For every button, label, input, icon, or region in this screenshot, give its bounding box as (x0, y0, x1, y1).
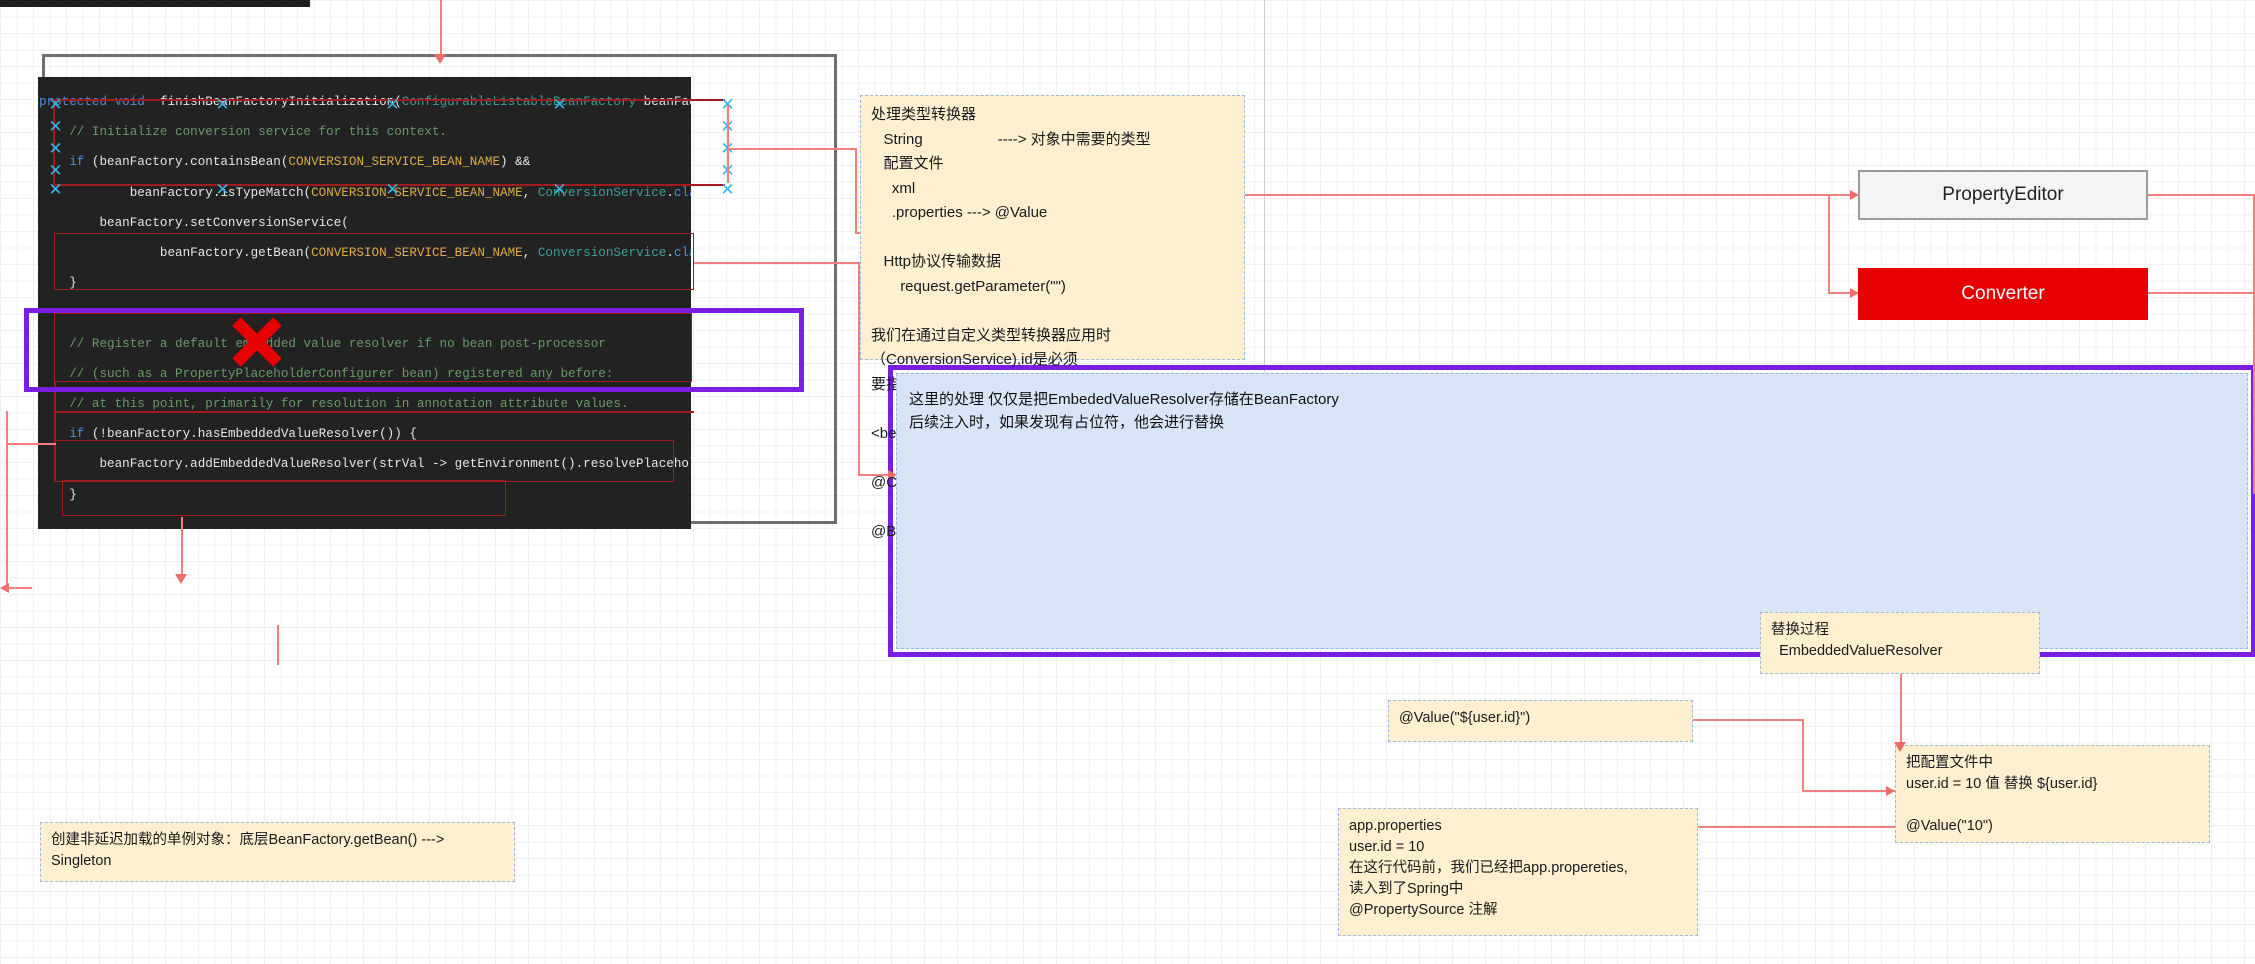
top-black-bar (0, 0, 310, 7)
connector-to-note-h1 (727, 148, 857, 150)
red-x-cross-mark (228, 313, 286, 371)
connector-replace-v (1900, 674, 1902, 746)
x-marker-8[interactable] (48, 142, 63, 157)
annotation-rect-resolver (54, 233, 694, 290)
connector-to-note-v1 (855, 148, 857, 233)
connector-value-h2 (1802, 790, 1895, 792)
connector-singleton-down (277, 625, 279, 665)
x-marker-6[interactable] (48, 98, 63, 113)
x-marker-13[interactable] (552, 183, 567, 198)
x-marker-5[interactable] (720, 183, 735, 198)
note-replace-result[interactable]: 把配置文件中 user.id = 10 值 替换 ${user.id} @Val… (1895, 745, 2210, 843)
connector-left-v (6, 411, 8, 587)
arrow-top-down (434, 54, 446, 64)
connector-left-h (6, 443, 56, 445)
x-marker-11[interactable] (215, 183, 230, 198)
connector-left-h2 (6, 587, 32, 589)
connector-top-down (440, 0, 442, 56)
x-marker-9[interactable] (48, 164, 63, 179)
connector-value-h (1693, 719, 1803, 721)
note-value-expression[interactable]: @Value("${user.id}") (1388, 700, 1693, 742)
annotation-hline-classloader (54, 411, 694, 413)
vertical-guide-line (1264, 0, 1265, 400)
connector-editor-right (2148, 194, 2255, 196)
x-marker-12[interactable] (385, 183, 400, 198)
connector-props-h (1698, 826, 1895, 828)
connector-x-column (727, 105, 729, 183)
annotation-rect-freeze (54, 440, 674, 482)
x-marker-15[interactable] (385, 98, 400, 113)
note-conversion-service[interactable]: 处理类型转换器 String ----> 对象中需要的类型 配置文件 xml .… (860, 95, 1245, 540)
note-app-properties[interactable]: app.properties user.id = 10 在这行代码前，我们已经把… (1338, 808, 1698, 936)
connector-value-v (1802, 719, 1804, 791)
arrow-into-result (1886, 786, 1895, 796)
box-property-editor-label: PropertyEditor (1942, 184, 2064, 205)
blue-panel-title: 这里的处理 仅仅是把EmbededValueResolver存储在BeanFac… (909, 391, 1339, 431)
connector-note-to-editor (1245, 194, 1829, 196)
arrow-replace-down (1894, 742, 1906, 752)
arrow-into-singleton-note (175, 574, 187, 584)
box-converter-label: Converter (1961, 283, 2045, 304)
diagram-canvas[interactable]: protected void finishBeanFactoryInitiali… (0, 0, 2255, 964)
connector-converter-right (2148, 292, 2255, 294)
connector-singleton-v (181, 517, 183, 577)
note-replace-process[interactable]: 替换过程 EmbeddedValueResolver (1760, 612, 2040, 674)
note-singleton-creation[interactable]: 创建非延迟加载的单例对象：底层BeanFactory.getBean() ---… (40, 822, 515, 882)
annotation-rect-weaver (54, 313, 692, 382)
blue-panel-embedded-resolver[interactable]: 这里的处理 仅仅是把EmbededValueResolver存储在BeanFac… (896, 373, 2248, 649)
connector-resolver-h (694, 262, 860, 264)
box-property-editor[interactable]: PropertyEditor (1858, 170, 2148, 220)
annotation-rect-singletons (62, 480, 506, 516)
x-marker-7[interactable] (48, 120, 63, 135)
x-marker-10[interactable] (48, 183, 63, 198)
x-marker-14[interactable] (215, 98, 230, 113)
box-converter[interactable]: Converter (1858, 268, 2148, 320)
connector-editor-converter-v (1828, 194, 1830, 292)
x-marker-16[interactable] (552, 98, 567, 113)
